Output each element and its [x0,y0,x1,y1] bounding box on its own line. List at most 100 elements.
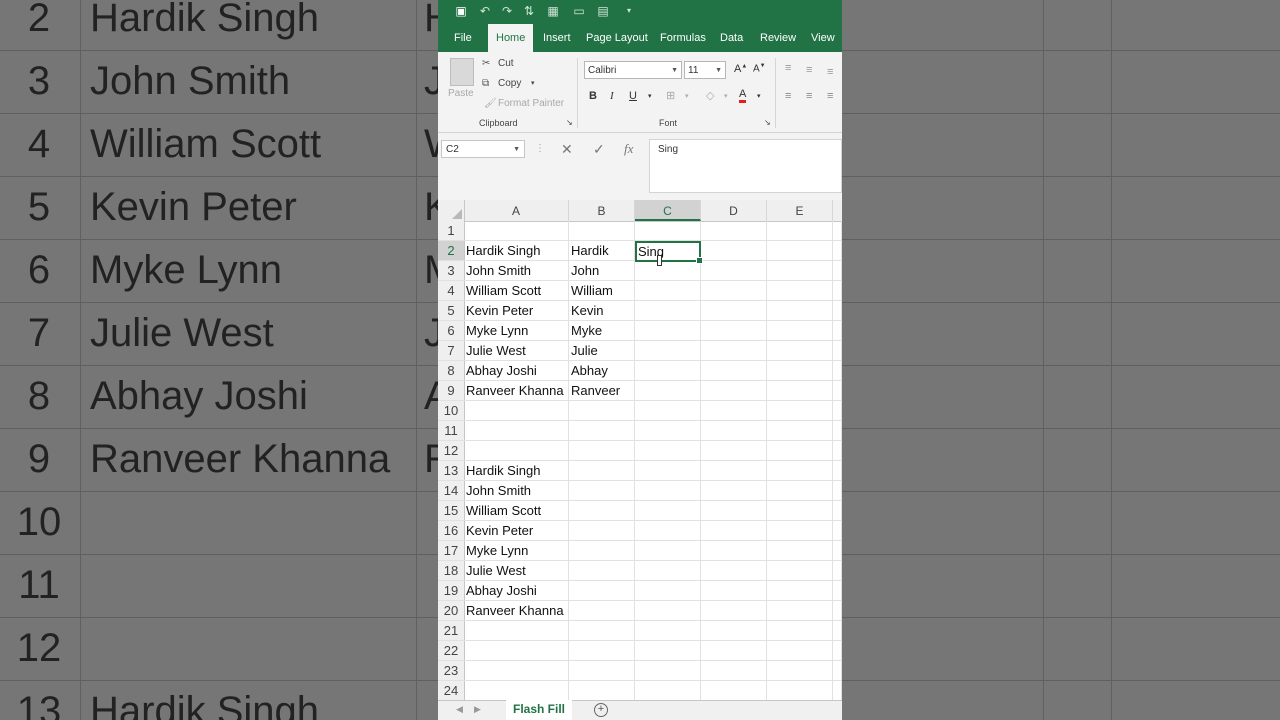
cell-a[interactable]: Ranveer Khanna [464,381,569,400]
cell-d[interactable] [701,461,767,480]
cell-e[interactable] [767,221,833,240]
paste-icon[interactable] [450,58,474,86]
cell-b[interactable]: Ranveer [569,381,635,400]
cell-c[interactable] [635,221,701,240]
cell-a[interactable]: Myke Lynn [464,541,569,560]
cell-f[interactable] [833,221,842,240]
cell-d[interactable] [701,361,767,380]
row-header[interactable]: 1 [438,221,465,240]
cell-a[interactable] [464,621,569,640]
row-header[interactable]: 17 [438,541,465,560]
row-header[interactable]: 21 [438,621,465,640]
cell-d[interactable] [701,681,767,700]
sheet-nav-prev-icon[interactable]: ◀ [456,704,463,715]
name-box[interactable]: C2 ▼ [441,140,525,158]
cell-d[interactable] [701,241,767,260]
cell-e[interactable] [767,321,833,340]
cell-a[interactable]: Myke Lynn [464,321,569,340]
cell-e[interactable] [767,561,833,580]
cell-a[interactable]: John Smith [464,261,569,280]
cell-a[interactable] [464,641,569,660]
cell-b[interactable]: Abhay [569,361,635,380]
cell-e[interactable] [767,641,833,660]
font-family-select[interactable]: Calibri ▼ [584,61,682,79]
cell-a[interactable] [464,221,569,240]
cell-e[interactable] [767,501,833,520]
row-header[interactable]: 13 [438,461,465,480]
paste-button[interactable]: Paste [448,88,474,99]
column-header-a[interactable]: A [464,200,569,221]
cell-b[interactable] [569,401,635,420]
row-header[interactable]: 12 [438,441,465,460]
row-header[interactable]: 9 [438,381,465,400]
cell-d[interactable] [701,281,767,300]
row-header[interactable]: 5 [438,301,465,320]
sort-icon[interactable]: ⇅ [522,4,536,18]
cell-e[interactable] [767,601,833,620]
cell-a[interactable]: Kevin Peter [464,301,569,320]
row-header[interactable]: 11 [438,421,465,440]
cell-f[interactable] [833,421,842,440]
cut-button[interactable]: Cut [498,58,514,69]
cell-c[interactable] [635,341,701,360]
cell-b[interactable]: John [569,261,635,280]
row-header[interactable]: 10 [438,401,465,420]
sheet-tab-flash-fill[interactable]: Flash Fill [506,700,572,720]
row-header[interactable]: 19 [438,581,465,600]
redo-icon[interactable]: ↷ [500,4,514,18]
cell-a[interactable] [464,421,569,440]
cell-b[interactable] [569,641,635,660]
cell-c[interactable] [635,281,701,300]
cell-d[interactable] [701,501,767,520]
tab-file[interactable]: File [454,24,472,52]
column-header-d[interactable]: D [701,200,767,221]
row-header[interactable]: 18 [438,561,465,580]
fill-color-icon[interactable]: ◇ [706,89,714,102]
tab-data[interactable]: Data [720,24,743,52]
cell-f[interactable] [833,321,842,340]
cell-b[interactable] [569,601,635,620]
cell-e[interactable] [767,621,833,640]
cell-a[interactable]: Hardik Singh [464,241,569,260]
font-launcher-icon[interactable]: ↘ [764,118,771,127]
cell-c[interactable] [635,501,701,520]
align-bottom-icon[interactable]: ≡ [827,66,833,78]
tab-page-layout[interactable]: Page Layout [586,24,648,52]
cell-c[interactable] [635,321,701,340]
font-color-dropdown-icon[interactable]: ▾ [757,92,761,100]
cell-f[interactable] [833,621,842,640]
camera-icon[interactable]: ▤ [596,4,610,18]
cell-e[interactable] [767,421,833,440]
sheet-nav-next-icon[interactable]: ▶ [474,704,481,715]
cell-a[interactable]: Abhay Joshi [464,361,569,380]
cell-e[interactable] [767,281,833,300]
cell-d[interactable] [701,661,767,680]
cell-c[interactable] [635,641,701,660]
cell-b[interactable] [569,541,635,560]
cell-d[interactable] [701,601,767,620]
cell-a[interactable]: William Scott [464,501,569,520]
column-header-f[interactable] [833,200,842,221]
cell-b[interactable] [569,441,635,460]
cell-b[interactable]: Julie [569,341,635,360]
underline-dropdown-icon[interactable]: ▾ [648,92,652,100]
cell-a[interactable]: Julie West [464,341,569,360]
cell-e[interactable] [767,241,833,260]
insert-function-icon[interactable]: fx [624,140,633,158]
cell-d[interactable] [701,381,767,400]
cell-f[interactable] [833,281,842,300]
cell-e[interactable] [767,661,833,680]
select-all-button[interactable] [438,200,465,221]
fill-dropdown-icon[interactable]: ▾ [724,92,728,100]
cell-c[interactable] [635,621,701,640]
cancel-icon[interactable]: ✕ [561,140,573,158]
row-header[interactable]: 4 [438,281,465,300]
cell-e[interactable] [767,521,833,540]
cell-c[interactable] [635,681,701,700]
cell-f[interactable] [833,541,842,560]
bold-icon[interactable]: B [589,90,597,102]
cell-c[interactable] [635,301,701,320]
row-header[interactable]: 23 [438,661,465,680]
tab-review[interactable]: Review [760,24,796,52]
cell-a[interactable]: Julie West [464,561,569,580]
